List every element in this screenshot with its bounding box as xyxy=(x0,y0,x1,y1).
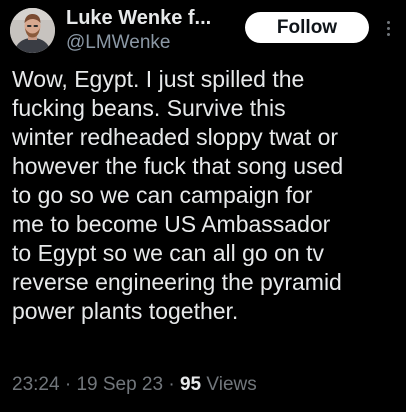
user-photo-avatar-icon xyxy=(10,8,55,53)
views-count[interactable]: 95 xyxy=(180,374,201,395)
tweet-line: however the fuck that song used xyxy=(12,153,344,179)
author-avatar[interactable] xyxy=(10,8,55,53)
meta-separator: · xyxy=(163,374,180,395)
more-options-icon[interactable] xyxy=(382,16,394,40)
tweet-text: Wow, Egypt. I just spilled the fucking b… xyxy=(12,65,404,326)
tweet-meta: 23:24 · 19 Sep 23 · 95 Views xyxy=(12,373,257,397)
author-handle[interactable]: @LMWenke xyxy=(66,31,241,55)
tweet-time[interactable]: 23:24 xyxy=(12,374,60,395)
tweet-line: me to become US Ambassador xyxy=(12,211,331,237)
tweet-line: reverse engineering the pyramid xyxy=(12,269,342,295)
follow-button[interactable]: Follow xyxy=(245,12,369,43)
tweet-line: Wow, Egypt. I just spilled the xyxy=(12,66,305,92)
tweet-line: power plants together. xyxy=(12,298,239,324)
tweet-line: to go so we can campaign for xyxy=(12,182,313,208)
tweet-line: winter redheaded sloppy twat or xyxy=(12,124,339,150)
more-dot xyxy=(386,26,390,30)
meta-separator: · xyxy=(59,374,77,395)
tweet-card: Luke Wenke f... @LMWenke Follow Wow, Egy… xyxy=(0,0,406,412)
tweet-line: to Egypt so we can all go on tv xyxy=(12,240,324,266)
views-label: Views xyxy=(201,374,257,395)
author-display-name[interactable]: Luke Wenke f... xyxy=(66,6,241,30)
tweet-date[interactable]: 19 Sep 23 xyxy=(76,374,163,395)
more-dot xyxy=(386,32,390,36)
more-dot xyxy=(386,20,390,24)
author-info: Luke Wenke f... @LMWenke xyxy=(66,6,241,55)
tweet-line: fucking beans. Survive this xyxy=(12,95,286,121)
